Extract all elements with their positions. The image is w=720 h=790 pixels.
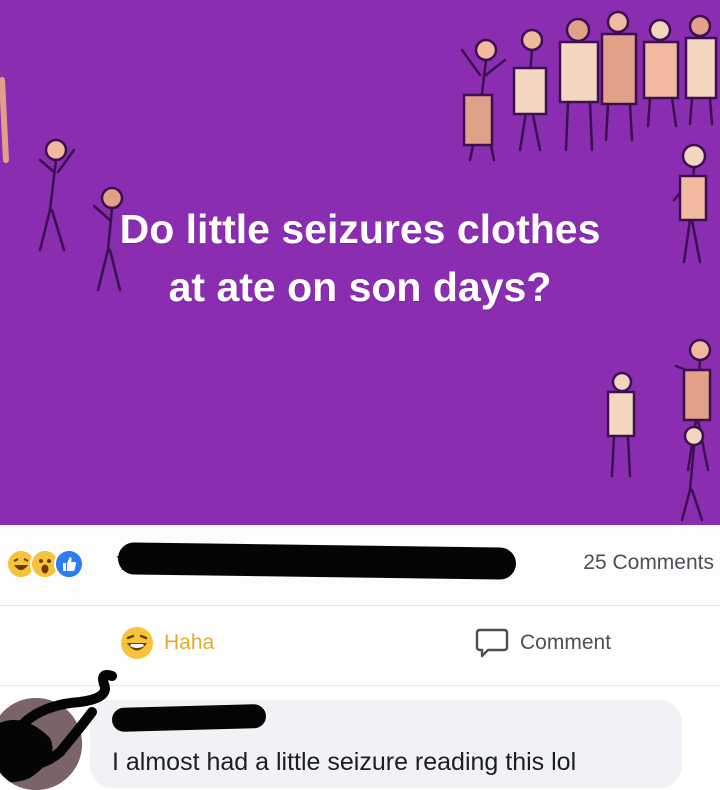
redaction-bar-names <box>117 542 517 580</box>
redaction-scribble <box>10 670 117 769</box>
haha-emoji-icon <box>121 627 153 659</box>
post-background: Do little seizures clothes at ate on son… <box>0 0 720 525</box>
post-text-line2: at ate on son days? <box>168 264 552 310</box>
haha-label: Haha <box>164 631 215 654</box>
haha-button[interactable]: Haha <box>120 625 214 661</box>
comment-button[interactable]: Comment <box>474 625 611 661</box>
comments-count-link[interactable]: 25 Comments <box>583 551 714 575</box>
post-text: Do little seizures clothes at ate on son… <box>40 200 680 316</box>
like-icon <box>54 549 84 579</box>
comment-bubble-icon <box>475 628 509 658</box>
people-bottom-right <box>606 338 712 522</box>
crowd-top-right <box>460 10 718 162</box>
comment-text: I almost had a little seizure reading th… <box>112 748 577 776</box>
divider <box>0 605 720 606</box>
post-text-line1: Do little seizures clothes <box>119 206 601 252</box>
comment-label: Comment <box>520 631 612 654</box>
